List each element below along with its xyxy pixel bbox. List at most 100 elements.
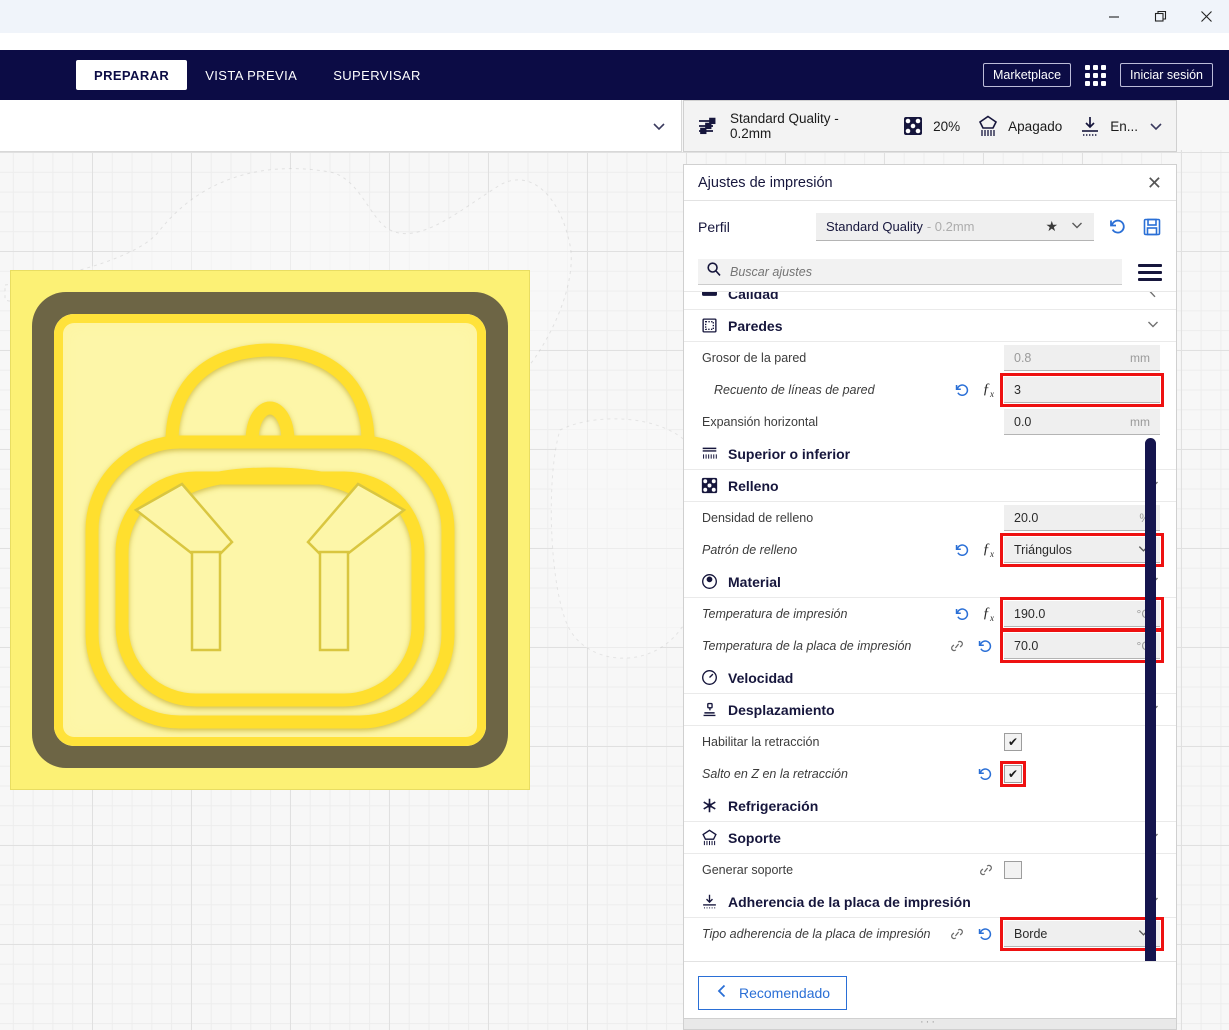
dropdown-field[interactable]: Borde (1000, 917, 1164, 951)
save-icon[interactable] (1142, 217, 1162, 237)
setting-label: Tipo adherencia de la placa de impresión (702, 927, 931, 941)
setting-actions (949, 926, 1004, 943)
revert-icon[interactable] (954, 606, 971, 623)
category-label: Soporte (728, 829, 781, 846)
setting-label: Salto en Z en la retracción (702, 767, 848, 781)
hamburger-menu-icon[interactable] (1138, 263, 1162, 281)
support-icon (700, 829, 718, 847)
setting-tipo-adherencia-de-la-placa-de-impresion: Tipo adherencia de la placa de impresión… (684, 917, 1176, 951)
revert-icon[interactable] (977, 926, 994, 943)
revert-icon[interactable] (954, 382, 971, 399)
formula-icon[interactable]: ƒx (983, 381, 995, 399)
grid-apps-icon[interactable] (1085, 64, 1107, 86)
formula-icon[interactable]: ƒx (983, 541, 995, 559)
chevron-left-icon[interactable] (1146, 292, 1160, 302)
cura-application-window: PREPARAR VISTA PREVIA SUPERVISAR Marketp… (0, 0, 1229, 1030)
backpack-stamp-model[interactable] (10, 270, 530, 790)
link-icon[interactable] (978, 862, 994, 878)
checkbox[interactable]: ✔ (1000, 761, 1026, 787)
signin-button[interactable]: Iniciar sesión (1120, 63, 1213, 87)
setting-temperatura-de-la-placa-de-impresion: Temperatura de la placa de impresión 70.0… (684, 629, 1176, 663)
value-field[interactable]: 190.0 °C (1000, 597, 1164, 631)
value-wrap: 20.0% (1004, 505, 1160, 531)
category-velocidad[interactable]: Velocidad (684, 662, 1176, 694)
category-soporte[interactable]: Soporte (684, 822, 1176, 854)
formula-icon[interactable]: ƒx (983, 605, 995, 623)
revert-icon[interactable] (954, 542, 971, 559)
checkbox-wrap: ✔ (1004, 733, 1160, 751)
category-refrigeracion[interactable]: Refrigeración (684, 790, 1176, 822)
setting-actions: ƒx (954, 381, 1005, 399)
unit-label: mm (1130, 350, 1150, 365)
link-icon[interactable] (949, 926, 965, 942)
search-box[interactable] (698, 259, 1122, 285)
category-label: Adherencia de la placa de impresión (728, 893, 971, 910)
value-field[interactable]: 20.0% (1004, 505, 1160, 531)
sliders-icon (696, 114, 720, 138)
setting-label: Patrón de relleno (702, 543, 798, 557)
revert-profile-icon[interactable] (1108, 217, 1128, 237)
panel-resize-handle[interactable]: ··· (920, 1016, 937, 1028)
support-value-label: Apagado (1008, 118, 1063, 134)
value-wrap: 70.0 °C (1000, 629, 1164, 663)
category-calidad[interactable]: Calidad (684, 291, 1176, 310)
infill-value-label: 20% (933, 118, 961, 134)
settings-scrollbar[interactable] (1145, 438, 1156, 961)
chevron-down-icon[interactable] (1070, 218, 1084, 235)
checkbox[interactable]: ✔ (1004, 733, 1022, 751)
link-icon[interactable] (949, 638, 965, 654)
machine-selector-bar[interactable] (0, 100, 682, 152)
dropdown-value: Triángulos (1014, 542, 1072, 557)
category-label: Velocidad (728, 669, 794, 686)
close-button[interactable] (1183, 0, 1229, 33)
revert-icon[interactable] (977, 638, 994, 655)
recommended-mode-button[interactable]: Recomendado (698, 975, 848, 1010)
settings-list[interactable]: Calidad Paredes Grosor de la pared 0.8 mm Rec… (684, 291, 1176, 961)
category-label: Calidad (728, 291, 779, 302)
category-material[interactable]: Material (684, 566, 1176, 598)
close-icon[interactable]: ✕ (1147, 174, 1162, 192)
star-icon[interactable]: ★ (1045, 218, 1058, 235)
print-setup-summary-bar[interactable]: Standard Quality - 0.2mm 20% Apagado En.… (683, 100, 1177, 152)
chevron-down-icon[interactable] (1146, 317, 1160, 334)
search-input[interactable] (730, 264, 1114, 279)
chevron-down-icon[interactable] (1148, 118, 1164, 134)
category-adherencia-de-la-placa-de-impresion[interactable]: Adherencia de la placa de impresión (684, 886, 1176, 918)
value-field[interactable]: 70.0 °C (1000, 629, 1164, 663)
tab-vista-previa[interactable]: VISTA PREVIA (187, 60, 315, 90)
support-icon (978, 115, 998, 137)
chevron-down-icon[interactable] (651, 118, 667, 134)
settings-search-row (684, 253, 1176, 291)
print-settings-header: Ajustes de impresión ✕ (684, 165, 1176, 201)
value-field[interactable]: 3 (1000, 373, 1164, 407)
value-text: 0.0 (1014, 414, 1032, 429)
category-label: Paredes (728, 317, 783, 334)
setting-actions (977, 766, 1004, 783)
settings-rows: Calidad Paredes Grosor de la pared 0.8 mm Rec… (684, 291, 1176, 951)
checkbox-wrap (1004, 861, 1160, 879)
value-field[interactable]: 0.0 mm (1004, 409, 1160, 435)
checkbox[interactable] (1004, 861, 1022, 879)
dropdown-field[interactable]: Triángulos (1000, 533, 1164, 567)
setting-actions (978, 862, 1004, 878)
material-icon (700, 573, 718, 591)
category-label: Desplazamiento (728, 701, 835, 718)
revert-icon[interactable] (977, 766, 994, 783)
value-text: 70.0 (1014, 638, 1039, 653)
category-desplazamiento[interactable]: Desplazamiento (684, 694, 1176, 726)
category-relleno[interactable]: Relleno (684, 470, 1176, 502)
maximize-button[interactable] (1137, 0, 1183, 33)
value-field[interactable]: 0.8 mm (1004, 345, 1160, 371)
marketplace-button[interactable]: Marketplace (982, 63, 1072, 87)
tab-preparar[interactable]: PREPARAR (76, 60, 188, 90)
category-paredes[interactable]: Paredes (684, 310, 1176, 342)
profile-row: Perfil Standard Quality - 0.2mm ★ (684, 201, 1176, 253)
print-settings-title: Ajustes de impresión (698, 174, 833, 191)
minimize-button[interactable] (1091, 0, 1137, 33)
walls-icon (700, 317, 718, 335)
setting-actions: ƒx (954, 605, 1005, 623)
category-superior-o-inferior[interactable]: Superior o inferior (684, 438, 1176, 470)
tab-supervisar[interactable]: SUPERVISAR (315, 60, 439, 90)
backpack-relief (85, 343, 455, 729)
profile-select[interactable]: Standard Quality - 0.2mm ★ (816, 213, 1094, 241)
